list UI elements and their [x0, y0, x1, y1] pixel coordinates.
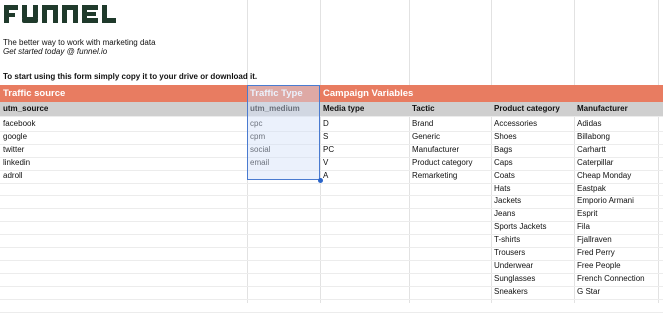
- cell-product-category[interactable]: Trousers: [494, 248, 525, 257]
- cell-manufacturer[interactable]: Billabong: [577, 132, 610, 141]
- column-header-manufacturer[interactable]: Manufacturer: [577, 104, 628, 113]
- column-header-tactic[interactable]: Tactic: [412, 104, 435, 113]
- funnel-logo: [4, 4, 132, 26]
- cell-manufacturer[interactable]: Fjallraven: [577, 235, 612, 244]
- row-divider: [0, 221, 663, 222]
- cell-product-category[interactable]: Coats: [494, 171, 515, 180]
- cell-media-type[interactable]: S: [323, 132, 328, 141]
- spreadsheet-grid[interactable]: The better way to work with marketing da…: [0, 0, 663, 313]
- cell-product-category[interactable]: Sneakers: [494, 287, 528, 296]
- column-divider: [658, 0, 659, 303]
- cell-tactic[interactable]: Brand: [412, 119, 433, 128]
- column-divider: [409, 0, 410, 303]
- column-divider: [574, 0, 575, 303]
- cell-product-category[interactable]: Sunglasses: [494, 274, 535, 283]
- section-header-row: Traffic source Traffic Type Campaign Var…: [0, 85, 663, 102]
- cell-utm-source[interactable]: twitter: [3, 145, 24, 154]
- cell-product-category[interactable]: Caps: [494, 158, 513, 167]
- selection-fill-handle[interactable]: [318, 178, 323, 183]
- cell-manufacturer[interactable]: French Connection: [577, 274, 645, 283]
- row-divider: [0, 195, 663, 196]
- row-divider: [0, 299, 663, 300]
- selected-range[interactable]: [247, 85, 320, 180]
- cell-manufacturer[interactable]: Carhartt: [577, 145, 606, 154]
- row-divider: [0, 116, 663, 117]
- cell-media-type[interactable]: A: [323, 171, 328, 180]
- cell-product-category[interactable]: Bags: [494, 145, 512, 154]
- cell-manufacturer[interactable]: G Star: [577, 287, 600, 296]
- cell-manufacturer[interactable]: Cheap Monday: [577, 171, 631, 180]
- section-header-traffic-source[interactable]: Traffic source: [3, 88, 65, 99]
- cell-utm-source[interactable]: linkedin: [3, 158, 30, 167]
- cell-manufacturer[interactable]: Free People: [577, 261, 621, 270]
- cell-product-category[interactable]: Jackets: [494, 196, 521, 205]
- cell-product-category[interactable]: Sports Jackets: [494, 222, 546, 231]
- cell-product-category[interactable]: T-shirts: [494, 235, 520, 244]
- cell-utm-source[interactable]: facebook: [3, 119, 35, 128]
- cell-manufacturer[interactable]: Fila: [577, 222, 590, 231]
- column-header-product-category[interactable]: Product category: [494, 104, 560, 113]
- cell-tactic[interactable]: Remarketing: [412, 171, 457, 180]
- row-divider: [0, 260, 663, 261]
- cell-manufacturer[interactable]: Caterpillar: [577, 158, 613, 167]
- intro-tagline: The better way to work with marketing da…: [3, 38, 156, 47]
- cell-product-category[interactable]: Accessories: [494, 119, 537, 128]
- row-divider: [0, 183, 663, 184]
- cell-tactic[interactable]: Manufacturer: [412, 145, 459, 154]
- row-divider: [0, 131, 663, 132]
- cell-manufacturer[interactable]: Fred Perry: [577, 248, 615, 257]
- cell-tactic[interactable]: Product category: [412, 158, 472, 167]
- row-divider: [0, 286, 663, 287]
- cell-utm-source[interactable]: adroll: [3, 171, 23, 180]
- cell-manufacturer[interactable]: Emporio Armani: [577, 196, 634, 205]
- row-divider: [0, 273, 663, 274]
- cell-product-category[interactable]: Hats: [494, 184, 510, 193]
- instruction-text: To start using this form simply copy it …: [3, 72, 258, 81]
- column-header-utm-source[interactable]: utm_source: [3, 104, 48, 113]
- column-header-media-type[interactable]: Media type: [323, 104, 364, 113]
- column-divider: [320, 0, 321, 303]
- row-divider: [0, 170, 663, 171]
- intro-cta: Get started today @ funnel.io: [3, 47, 108, 56]
- cell-utm-source[interactable]: google: [3, 132, 27, 141]
- section-header-campaign-variables[interactable]: Campaign Variables: [323, 88, 413, 99]
- row-divider: [0, 157, 663, 158]
- cell-product-category[interactable]: Shoes: [494, 132, 517, 141]
- cell-manufacturer[interactable]: Esprit: [577, 209, 597, 218]
- column-divider: [491, 0, 492, 303]
- cell-media-type[interactable]: V: [323, 158, 328, 167]
- cell-media-type[interactable]: D: [323, 119, 329, 128]
- cell-manufacturer[interactable]: Eastpak: [577, 184, 606, 193]
- row-divider: [0, 247, 663, 248]
- column-header-row: utm_source utm_medium Media type Tactic …: [0, 102, 663, 116]
- cell-product-category[interactable]: Underwear: [494, 261, 533, 270]
- row-divider: [0, 208, 663, 209]
- cell-manufacturer[interactable]: Adidas: [577, 119, 601, 128]
- row-divider: [0, 234, 663, 235]
- cell-product-category[interactable]: Jeans: [494, 209, 515, 218]
- cell-media-type[interactable]: PC: [323, 145, 334, 154]
- cell-tactic[interactable]: Generic: [412, 132, 440, 141]
